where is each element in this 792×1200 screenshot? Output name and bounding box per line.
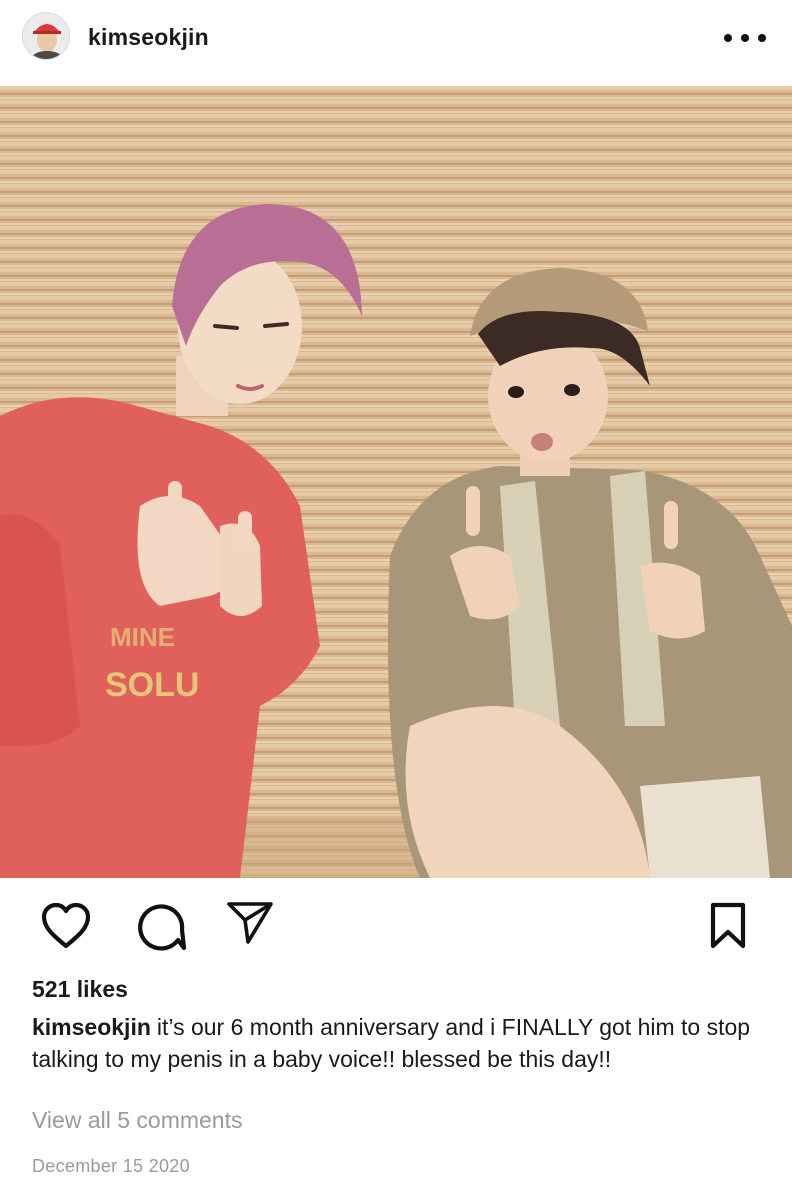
dot xyxy=(741,34,749,42)
dot xyxy=(724,34,732,42)
svg-text:SOLU: SOLU xyxy=(105,666,199,704)
post-header: kimseokjin xyxy=(0,0,792,86)
view-all-comments-link[interactable]: View all 5 comments xyxy=(32,1107,243,1134)
header-username[interactable]: kimseokjin xyxy=(88,24,209,51)
paper-plane-icon[interactable] xyxy=(226,900,274,946)
post-image[interactable]: SOLU MINE xyxy=(0,86,792,878)
comment-icon[interactable] xyxy=(134,900,188,954)
svg-text:MINE: MINE xyxy=(110,622,175,652)
action-bar xyxy=(0,878,792,974)
likes-count[interactable]: 521 likes xyxy=(32,976,128,1003)
caption-username[interactable]: kimseokjin xyxy=(32,1014,151,1040)
instagram-post: kimseokjin SOLU MINE 521 likes kimseokji… xyxy=(0,0,792,1200)
more-options-icon[interactable] xyxy=(724,26,766,50)
dot xyxy=(758,34,766,42)
caption: kimseokjin it’s our 6 month anniversary a… xyxy=(32,1011,772,1075)
heart-icon[interactable] xyxy=(40,902,92,950)
avatar[interactable] xyxy=(22,12,70,60)
bookmark-icon[interactable] xyxy=(708,902,748,950)
post-date: December 15 2020 xyxy=(32,1156,190,1176)
